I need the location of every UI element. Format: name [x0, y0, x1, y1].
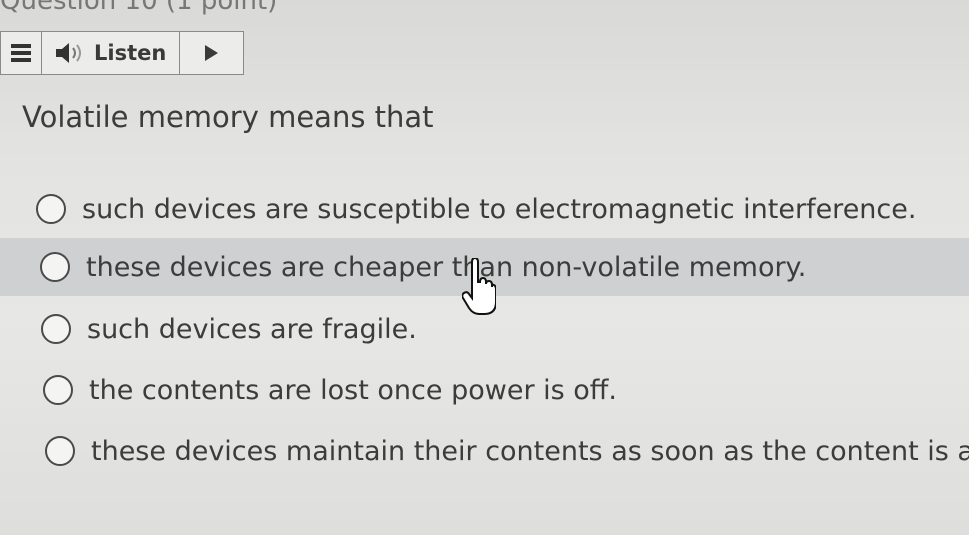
answer-option-label: such devices are fragile. [87, 313, 417, 345]
play-button[interactable] [180, 32, 243, 74]
play-icon [205, 45, 218, 61]
answer-option-label: these devices maintain their contents as… [91, 435, 969, 467]
answer-option[interactable]: these devices maintain their contents as… [0, 422, 969, 480]
listen-label: Listen [94, 41, 167, 65]
answer-option-label: such devices are susceptible to electrom… [82, 193, 917, 225]
answer-option[interactable]: the contents are lost once power is off. [0, 361, 969, 419]
answer-option[interactable]: such devices are susceptible to electrom… [0, 180, 969, 238]
answer-option-label: these devices are cheaper than non-volat… [86, 251, 807, 283]
listen-button[interactable]: Listen [42, 32, 180, 74]
hamburger-menu-icon [11, 41, 31, 65]
hand-pointer-icon [461, 256, 497, 320]
radio-button[interactable] [40, 252, 70, 282]
radio-button[interactable] [43, 375, 73, 405]
readspeaker-toolbar: Listen [0, 31, 244, 75]
radio-button[interactable] [36, 194, 66, 224]
question-text: Volatile memory means that [22, 100, 434, 134]
menu-button[interactable] [1, 32, 42, 74]
radio-button[interactable] [41, 314, 71, 344]
answer-option-label: the contents are lost once power is off. [89, 374, 617, 406]
question-header: Question 10 (1 point) [0, 0, 278, 16]
radio-button[interactable] [45, 436, 75, 466]
speaker-icon [54, 42, 84, 64]
